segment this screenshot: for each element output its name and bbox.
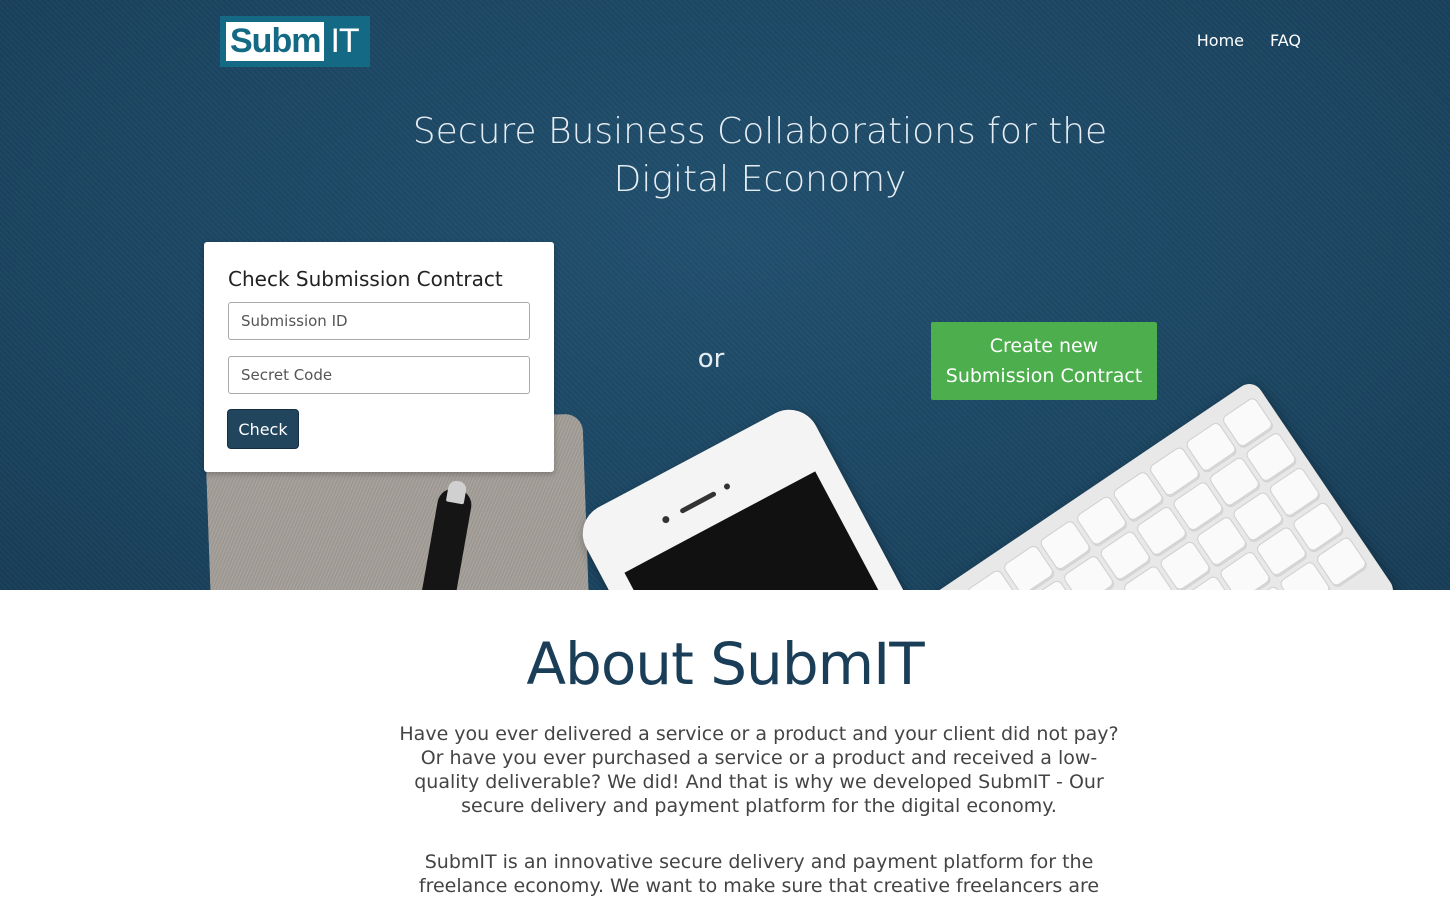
phone-screen — [624, 471, 896, 590]
check-contract-card: Check Submission Contract Check — [204, 242, 554, 472]
keyboard-keys — [894, 397, 1368, 590]
hero-headline-line2: Digital Economy — [613, 159, 907, 200]
create-button-line2: Submission Contract — [945, 365, 1143, 387]
logo-part-subm: Subm — [226, 22, 325, 61]
pen-tip — [445, 479, 468, 505]
about-paragraph-2: SubmIT is an innovative secure delivery … — [418, 851, 1100, 897]
hero-headline: Secure Business Collaborations for the D… — [360, 108, 1160, 204]
about-title: About SubmIT — [526, 630, 924, 698]
main-nav: Home FAQ — [1197, 31, 1301, 51]
check-button[interactable]: Check — [228, 410, 298, 448]
logo[interactable]: Subm IT — [220, 16, 370, 67]
check-card-title: Check Submission Contract — [228, 267, 503, 291]
phone-sensor — [722, 482, 732, 491]
logo-part-it: IT — [330, 22, 359, 60]
phone-speaker — [679, 490, 717, 515]
phone-camera — [661, 514, 671, 525]
nav-faq-link[interactable]: FAQ — [1270, 31, 1301, 51]
or-separator: or — [697, 344, 725, 374]
nav-home-link[interactable]: Home — [1197, 31, 1244, 51]
create-contract-button[interactable]: Create new Submission Contract — [931, 322, 1157, 400]
keyboard-image — [871, 378, 1399, 590]
smartphone-image — [572, 399, 924, 590]
logo-wordmark: Subm IT — [226, 22, 365, 61]
submission-id-input[interactable] — [228, 302, 530, 340]
hero-section: Subm IT Home FAQ Secure Business Collabo… — [0, 0, 1450, 590]
create-button-line1: Create new — [989, 335, 1099, 357]
secret-code-input[interactable] — [228, 356, 530, 394]
about-paragraph-1: Have you ever delivered a service or a p… — [399, 723, 1119, 817]
hero-headline-line1: Secure Business Collaborations for the — [412, 111, 1108, 152]
